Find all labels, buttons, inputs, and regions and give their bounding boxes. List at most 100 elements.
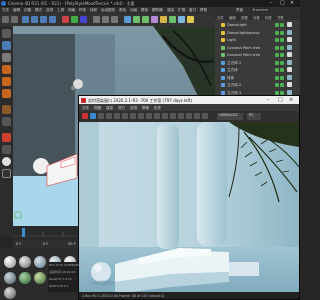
polygons-mode-icon[interactable] [2, 89, 11, 98]
rv-history-icon[interactable] [170, 113, 176, 119]
model-mode-icon[interactable] [2, 41, 11, 50]
material-tag-icon[interactable] [287, 74, 292, 80]
rv-stop-icon[interactable] [82, 113, 88, 119]
texture-mode-icon[interactable] [2, 53, 11, 62]
render-check-icon[interactable] [280, 45, 284, 50]
rv-minimize-icon[interactable]: – [267, 97, 270, 103]
om-menu-view[interactable]: 查看 [241, 15, 248, 20]
rv-info-icon[interactable] [186, 113, 192, 119]
menu-mograph[interactable]: 运动图形 [101, 8, 115, 13]
axis-y-icon[interactable] [71, 16, 78, 23]
object-list-item[interactable]: Coconut Palm tree [217, 52, 299, 59]
render-check-icon[interactable] [280, 75, 284, 80]
menu-select[interactable]: 选择 [46, 8, 53, 13]
material-tag-icon[interactable] [287, 52, 292, 57]
render-check-icon[interactable] [280, 83, 284, 87]
object-list-item[interactable]: Coconut Palm tree [217, 44, 299, 52]
rv-menu-render[interactable]: 渲染 [106, 106, 113, 111]
close-icon[interactable]: × [290, 0, 294, 6]
object-list-item[interactable]: 立方体.1 [217, 59, 299, 67]
render-picture-viewer-icon[interactable] [102, 16, 109, 23]
object-list-item[interactable]: 立方体 [217, 67, 299, 74]
render-view-icon[interactable] [93, 16, 100, 23]
object-list-item[interactable]: 球体 [217, 74, 299, 82]
rv-channels-icon[interactable] [146, 113, 152, 119]
redo-icon[interactable] [11, 16, 18, 23]
object-list-item[interactable]: DomeLight [217, 22, 299, 29]
rv-save-icon[interactable] [106, 113, 112, 119]
material-tag-icon[interactable] [287, 29, 292, 35]
rv-menu-options[interactable]: 选项 [130, 106, 137, 111]
live-select-icon[interactable] [22, 16, 29, 23]
object-list-item[interactable]: DomeLightbackup [217, 29, 299, 37]
subdivision-icon[interactable] [142, 16, 149, 23]
rv-settings-icon[interactable] [178, 113, 184, 119]
cloner-icon[interactable] [151, 16, 158, 23]
end-frame-field[interactable]: 90 F [68, 242, 76, 246]
current-frame-field[interactable]: 0 F [16, 242, 22, 246]
minimize-icon[interactable]: – [270, 0, 273, 6]
scale-icon[interactable] [40, 16, 47, 23]
material-swatch[interactable] [34, 272, 46, 284]
rv-menu-file[interactable]: 文件 [82, 106, 89, 111]
rv-close-icon[interactable]: × [289, 97, 293, 103]
material-tag-icon[interactable] [287, 82, 292, 87]
tweak-mode-icon[interactable] [2, 117, 11, 126]
lock-workplane-icon[interactable] [2, 157, 11, 166]
visibility-check-icon[interactable] [275, 23, 279, 27]
visibility-check-icon[interactable] [275, 30, 279, 35]
rv-fit-icon[interactable] [138, 113, 144, 119]
material-tag-icon[interactable] [287, 67, 292, 72]
light-icon[interactable] [187, 16, 194, 23]
menu-extensions[interactable]: 扩展 [178, 8, 185, 13]
material-tag-icon[interactable] [287, 44, 292, 50]
axis-x-icon[interactable] [62, 16, 69, 23]
rv-compare-icon[interactable] [194, 113, 200, 119]
snap-icon[interactable] [2, 133, 11, 142]
render-check-icon[interactable] [280, 60, 284, 65]
start-frame-field[interactable]: 0 F [43, 242, 49, 246]
axis-z-icon[interactable] [80, 16, 87, 23]
render-check-icon[interactable] [280, 53, 284, 57]
menu-help[interactable]: 帮助 [200, 8, 207, 13]
menu-create[interactable]: 创建 [24, 8, 31, 13]
material-swatch[interactable] [19, 272, 31, 284]
spline-pen-icon[interactable] [133, 16, 140, 23]
menu-file[interactable]: 文件 [2, 8, 9, 13]
color-space-dropdown[interactable]: HDR/ACES [217, 113, 243, 120]
om-menu-edit[interactable]: 编辑 [229, 15, 236, 20]
camera-icon[interactable] [178, 16, 185, 23]
visibility-check-icon[interactable] [275, 53, 279, 57]
rv-snapshot-icon[interactable] [98, 113, 104, 119]
material-tag-icon[interactable] [287, 89, 292, 95]
menu-tools[interactable]: 工具 [57, 8, 64, 13]
menu-animate[interactable]: 动画 [130, 8, 137, 13]
render-check-icon[interactable] [280, 23, 284, 27]
move-icon[interactable] [31, 16, 38, 23]
object-list-item[interactable]: Light [217, 37, 299, 44]
render-settings-icon[interactable] [111, 16, 118, 23]
deformer-icon[interactable] [160, 16, 167, 23]
material-swatch[interactable] [4, 287, 16, 299]
rv-region-icon[interactable] [114, 113, 120, 119]
edges-mode-icon[interactable] [2, 77, 11, 86]
material-swatch[interactable] [19, 256, 31, 268]
menu-spline[interactable]: 样条 [79, 8, 86, 13]
material-swatch[interactable] [4, 256, 16, 268]
om-menu-bookmarks[interactable]: 书签 [277, 15, 284, 20]
material-swatch[interactable] [34, 256, 46, 268]
render-check-icon[interactable] [280, 68, 284, 72]
maximize-icon[interactable]: □ [280, 0, 285, 6]
material-swatch[interactable] [4, 272, 16, 284]
menu-render[interactable]: 渲染 [167, 8, 174, 13]
menu-mode[interactable]: 模式 [35, 8, 42, 13]
rotate-icon[interactable] [49, 16, 56, 23]
rv-menu-history[interactable]: 历史 [154, 106, 161, 111]
menu-window[interactable]: 窗口 [189, 8, 196, 13]
menu-tracker[interactable]: 跟踪器 [152, 8, 163, 13]
visibility-check-icon[interactable] [275, 68, 279, 72]
menu-character[interactable]: 角色 [119, 8, 126, 13]
render-mode-dropdown[interactable]: RT [247, 113, 261, 120]
rv-play-icon[interactable] [90, 113, 96, 119]
rv-bucket-icon[interactable] [162, 113, 168, 119]
